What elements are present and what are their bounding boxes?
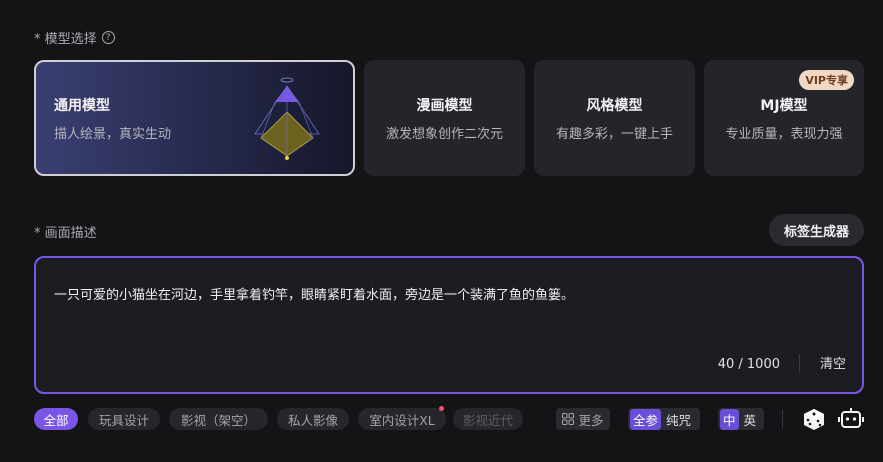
model-card-subtitle: 有趣多彩，一键上手 (555, 126, 673, 142)
tag-film-fictional[interactable]: 影视（架空） (169, 408, 268, 430)
model-section-label: * 模型选择 ? (34, 28, 115, 47)
model-card-title: MJ模型 (760, 97, 808, 114)
tag-private-image[interactable]: 私人影像 (277, 408, 349, 430)
model-card-title: 风格模型 (586, 97, 643, 114)
model-card-title: 通用模型 (54, 97, 110, 114)
tag-label: 室内设计XL (369, 412, 435, 428)
tag-toy-design[interactable]: 玩具设计 (88, 408, 160, 430)
model-card-title: 漫画模型 (416, 97, 473, 114)
model-card-style[interactable]: 风格模型 有趣多彩，一键上手 (534, 60, 695, 176)
lang-toggle[interactable]: 中 英 (718, 408, 764, 430)
lang-english[interactable]: 英 (739, 410, 762, 429)
char-counter: 40 / 1000 (717, 357, 780, 372)
prompt-text: 一只可爱的小猫坐在河边，手里拿着钓竿，眼睛紧盯着水面，旁边是一个装满了鱼的鱼篓。 (54, 288, 575, 303)
tag-generator-button[interactable]: 标签生成器 (769, 214, 864, 246)
model-card-subtitle: 专业质量，表现力强 (725, 126, 843, 142)
model-card-comic[interactable]: 漫画模型 激发想象创作二次元 (364, 60, 525, 176)
model-card-mj[interactable]: VIP专享 MJ模型 专业质量，表现力强 (704, 60, 864, 176)
divider (782, 410, 783, 428)
more-label: 更多 (578, 412, 604, 428)
tag-film-modern[interactable]: 影视近代 (453, 408, 523, 430)
dice-icon[interactable] (802, 407, 826, 431)
divider (799, 354, 800, 372)
question-circle-icon[interactable]: ? (101, 31, 115, 44)
more-tags-button[interactable]: 更多 (556, 408, 610, 430)
pyramid-illustration-icon (254, 77, 320, 160)
desc-section-label: * 画面描述 (34, 222, 97, 241)
new-dot (439, 406, 444, 411)
clear-button[interactable]: 清空 (820, 353, 846, 372)
desc-section-title: * 画面描述 (34, 226, 97, 241)
tag-interior-design[interactable]: 室内设计XL (358, 406, 446, 430)
tag-all[interactable]: 全部 (34, 408, 78, 430)
model-card-general[interactable]: 通用模型 描人绘景，真实生动 (34, 60, 355, 176)
robot-icon[interactable] (838, 407, 864, 431)
vip-badge: VIP专享 (799, 70, 854, 90)
mode-full-params[interactable]: 全参 (630, 408, 662, 430)
mode-pure-prompt[interactable]: 纯咒 (661, 410, 696, 429)
lang-chinese[interactable]: 中 (720, 408, 739, 430)
model-card-subtitle: 描人绘景，真实生动 (54, 126, 172, 142)
prompt-textarea[interactable]: 一只可爱的小猫坐在河边，手里拿着钓竿，眼睛紧盯着水面，旁边是一个装满了鱼的鱼篓。… (34, 256, 864, 394)
model-section-title: * 模型选择 (34, 32, 97, 47)
model-card-subtitle: 激发想象创作二次元 (385, 126, 503, 142)
mode-toggle[interactable]: 全参 纯咒 (628, 408, 700, 430)
grid-icon (562, 413, 575, 425)
